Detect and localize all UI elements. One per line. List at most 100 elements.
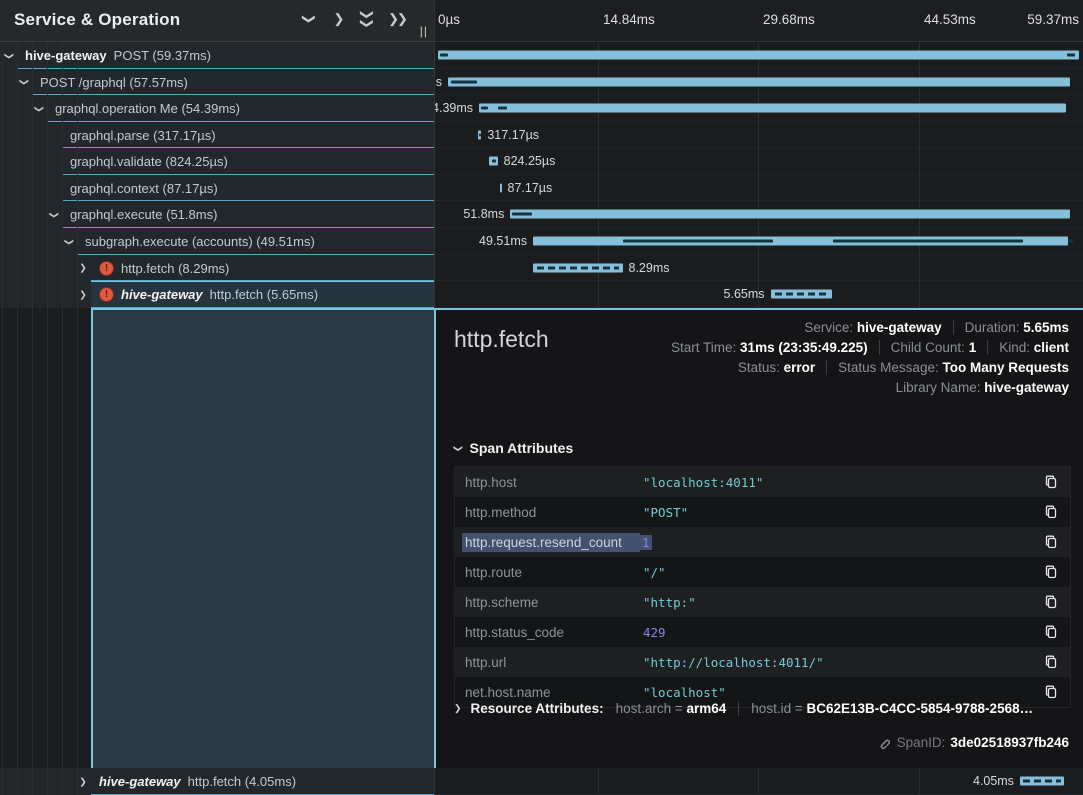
operation-label: http.fetch (4.05ms)	[188, 774, 296, 789]
double-chevron-down-icon[interactable]: ❯❯	[359, 9, 375, 27]
span-meta-pair: Kind: client	[987, 340, 1069, 355]
span-duration-bar[interactable]	[479, 104, 1066, 113]
span-tree-row[interactable]: ❯hive-gatewayhttp.fetch (4.05ms)	[0, 768, 434, 795]
meta-label: Start Time:	[671, 340, 740, 355]
copy-icon[interactable]	[1042, 683, 1060, 701]
double-chevron-right-icon[interactable]: ❯❯	[388, 11, 406, 27]
attribute-key: net.host.name	[465, 685, 643, 700]
span-duration-label: 57.57ms	[434, 75, 442, 89]
span-row-content: graphql.parse (317.17µs)	[0, 122, 434, 148]
span-duration-bar[interactable]	[510, 210, 1069, 219]
span-meta-pair: Status Message: Too Many Requests	[826, 360, 1069, 375]
child-span-marker	[498, 107, 507, 110]
copy-icon[interactable]	[1042, 563, 1060, 581]
meta-label: Status Message:	[838, 360, 942, 375]
child-span-marker	[440, 54, 448, 57]
span-tree-row[interactable]: ❯!http.fetch (8.29ms)	[0, 255, 434, 281]
copy-icon[interactable]	[1042, 533, 1060, 551]
meta-label: Kind:	[999, 340, 1034, 355]
resource-attributes-pairs: host.arch = arm64host.id = BC62E13B-C4CC…	[616, 701, 1034, 716]
copy-icon[interactable]	[1042, 503, 1060, 521]
span-tree-row[interactable]: ❯POST /graphql (57.57ms)	[0, 69, 434, 95]
span-detail-panel: http.fetch Service: hive-gatewayDuration…	[434, 308, 1083, 768]
attribute-row: http.request.resend_count1	[455, 527, 1070, 557]
span-duration-bar[interactable]	[500, 183, 502, 192]
timeline-tick-label: 59.37ms	[1027, 12, 1079, 27]
span-meta: Service: hive-gatewayDuration: 5.65ms Sta…	[671, 320, 1069, 400]
timeline-row: 54.39ms	[435, 95, 1083, 122]
span-row-content: graphql.context (87.17µs)	[0, 175, 434, 201]
attribute-row: http.status_code429	[455, 617, 1070, 647]
copy-icon[interactable]	[1042, 653, 1060, 671]
operation-label: graphql.parse (317.17µs)	[70, 128, 216, 143]
meta-value: 5.65ms	[1023, 320, 1069, 335]
span-duration-bar[interactable]	[771, 290, 832, 299]
timeline-tick-label: 29.68ms	[763, 12, 815, 27]
span-meta-pair: Start Time: 31ms (23:35:49.225)	[671, 340, 868, 355]
span-duration-bar[interactable]	[533, 237, 1068, 246]
span-duration-bar[interactable]	[448, 77, 1070, 86]
child-span-marker	[1067, 54, 1075, 57]
panel-title: Service & Operation	[14, 10, 180, 30]
span-duration-label: 87.17µs	[508, 181, 553, 195]
attribute-row: http.route"/"	[455, 557, 1070, 587]
span-meta-pair: Status: error	[738, 360, 815, 375]
meta-label: Child Count:	[891, 340, 969, 355]
span-duration-bar[interactable]	[1020, 777, 1064, 786]
span-duration-bar[interactable]	[478, 130, 481, 139]
meta-label: Service:	[804, 320, 857, 335]
operation-label: graphql.operation Me (54.39ms)	[55, 101, 240, 116]
span-title: http.fetch	[454, 326, 549, 353]
copy-icon[interactable]	[1042, 473, 1060, 491]
span-tree-row[interactable]: graphql.validate (824.25µs)	[0, 148, 434, 175]
span-tree-row[interactable]: ❯subgraph.execute (accounts) (49.51ms)	[0, 228, 434, 255]
timeline-header: 0µs14.84ms29.68ms44.53ms59.37ms	[435, 0, 1083, 42]
operation-label: http.fetch (5.65ms)	[210, 287, 318, 302]
resource-attribute-pair: host.id = BC62E13B-C4CC-5854-9788-2568…	[738, 701, 1033, 716]
attribute-key: http.status_code	[465, 625, 643, 640]
child-span-marker	[481, 107, 488, 110]
span-tree-row[interactable]: graphql.parse (317.17µs)	[0, 122, 434, 148]
chevron-right-icon[interactable]: ❯	[330, 11, 348, 27]
span-tree-row[interactable]: ❯!hive-gatewayhttp.fetch (5.65ms)	[0, 281, 434, 308]
span-tree-row[interactable]: ❯hive-gatewayPOST (59.37ms)	[0, 42, 434, 69]
service-name: hive-gateway	[25, 48, 107, 63]
span-tree-row[interactable]: graphql.context (87.17µs)	[0, 175, 434, 201]
meta-label: Library Name:	[896, 380, 985, 395]
pane-resize-handle[interactable]: ||	[420, 24, 428, 38]
child-span-marker	[1068, 240, 1073, 243]
timeline-tick-label: 44.53ms	[924, 12, 976, 27]
trace-viewer: 57.57ms54.39ms317.17µs824.25µs87.17µs51.…	[0, 0, 1083, 795]
span-row-content: graphql.execute (51.8ms)	[0, 201, 434, 228]
span-duration-bar[interactable]	[489, 157, 498, 166]
span-meta-pair: Service: hive-gateway	[804, 320, 941, 335]
span-attributes-header[interactable]: ❯ Span Attributes	[454, 440, 1071, 456]
attribute-key: http.host	[465, 475, 643, 490]
span-tree-row[interactable]: ❯graphql.execute (51.8ms)	[0, 201, 434, 228]
meta-value: hive-gateway	[857, 320, 942, 335]
resource-attribute-value: BC62E13B-C4CC-5854-9788-2568…	[806, 701, 1033, 716]
chevron-down-icon[interactable]: ❯	[301, 10, 317, 28]
child-span-marker	[833, 240, 1023, 243]
span-duration-bar[interactable]	[533, 263, 623, 272]
meta-value: 31ms (23:35:49.225)	[740, 340, 868, 355]
attribute-key: http.method	[465, 505, 643, 520]
span-row-content: subgraph.execute (accounts) (49.51ms)	[0, 228, 434, 255]
chevron-down-icon: ❯	[452, 444, 463, 452]
copy-icon[interactable]	[1042, 623, 1060, 641]
span-attributes-section: ❯ Span Attributes http.host"localhost:40…	[454, 440, 1071, 708]
span-duration-label: 8.29ms	[629, 261, 670, 275]
attribute-value: 1	[640, 535, 1042, 550]
copy-icon[interactable]	[1042, 593, 1060, 611]
timeline-row: 8.29ms	[435, 255, 1083, 281]
span-meta-line: Service: hive-gatewayDuration: 5.65ms	[671, 320, 1069, 335]
link-icon[interactable]	[877, 736, 891, 750]
timeline-row: 824.25µs	[435, 148, 1083, 175]
resource-attributes-title[interactable]: Resource Attributes:	[471, 701, 604, 716]
span-id-value: 3de02518937fb246	[950, 735, 1069, 750]
span-tree-row[interactable]: ❯graphql.operation Me (54.39ms)	[0, 95, 434, 122]
span-duration-bar[interactable]	[438, 51, 1079, 60]
attribute-value: "http://localhost:4011/"	[643, 655, 1042, 670]
timeline-row: 49.51ms	[435, 228, 1083, 255]
span-id-label: SpanID:	[897, 735, 946, 750]
